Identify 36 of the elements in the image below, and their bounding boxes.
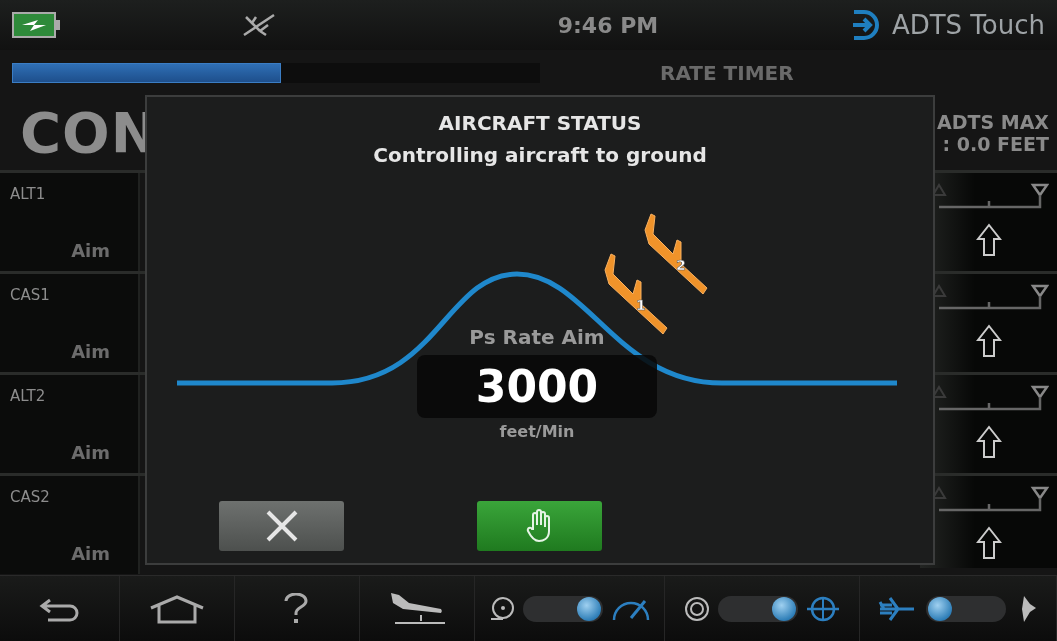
brand-name: ADTS Touch xyxy=(891,10,1045,40)
altitude-correction-label: : 0.0 FEET xyxy=(942,132,1049,155)
airplane-icon xyxy=(644,213,708,295)
up-arrow-icon xyxy=(975,425,1002,459)
channel-name: ALT1 xyxy=(10,185,46,203)
gauge-icon xyxy=(684,595,710,622)
aim-label: Aim xyxy=(71,341,110,362)
battery-icon xyxy=(12,12,62,38)
up-arrow-icon xyxy=(975,324,1002,358)
unit-label: feet/Min xyxy=(499,422,575,441)
airplane-icon xyxy=(604,253,668,335)
plane-number: 2 xyxy=(676,257,686,273)
up-arrow-icon xyxy=(975,526,1002,560)
channel-name: CAS1 xyxy=(10,286,50,304)
close-icon xyxy=(264,509,299,543)
mode-switch[interactable] xyxy=(522,595,603,622)
field-label: Ps Rate Aim xyxy=(469,325,605,349)
home-icon xyxy=(149,593,205,624)
mode-switch[interactable] xyxy=(718,595,798,622)
cancel-button[interactable] xyxy=(219,501,344,551)
aim-label: Aim xyxy=(71,442,110,463)
aim-label: Aim xyxy=(71,240,110,261)
clock-time: 9:46 PM xyxy=(556,12,659,38)
up-arrow-icon xyxy=(975,223,1002,257)
rate-timer-label: RATE TIMER xyxy=(660,60,794,85)
limits-label: ADTS MAX xyxy=(937,110,1049,133)
channel-name: ALT2 xyxy=(10,387,46,405)
dial-icon xyxy=(488,595,515,622)
aim-label: Aim xyxy=(71,543,110,564)
plane-number: 1 xyxy=(636,297,646,313)
hold-button[interactable] xyxy=(477,501,602,551)
mode-switch[interactable] xyxy=(926,595,1006,622)
dialog-message: Controlling aircraft to ground xyxy=(373,143,707,167)
channel-name: CAS2 xyxy=(10,488,50,506)
rate-aim-field[interactable]: 3000 xyxy=(417,355,657,418)
dialog-title: AIRCRAFT STATUS xyxy=(438,111,642,135)
